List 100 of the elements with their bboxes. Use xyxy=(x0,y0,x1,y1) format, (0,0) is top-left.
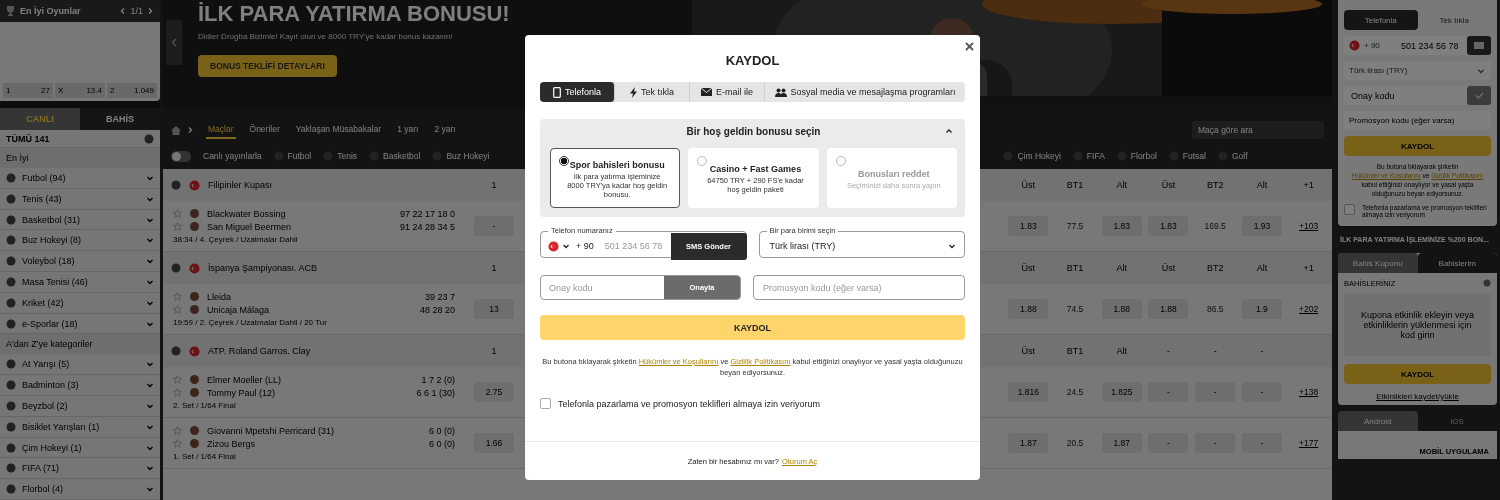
sport-filter[interactable]: Buz Hokeyi xyxy=(446,151,490,161)
team-name[interactable]: Giovanni Mpetshi Perricard (31) xyxy=(207,425,421,436)
sport-item[interactable]: Futbol (94) xyxy=(22,172,140,183)
more-markets-link[interactable]: +138 xyxy=(1285,387,1332,397)
bonus-details-button[interactable]: BONUS TEKLİFİ DETAYLARI xyxy=(198,55,337,77)
odds-button[interactable]: 2 1.049 xyxy=(107,82,157,98)
sport-item[interactable]: Çim Hokeyi (1) xyxy=(22,442,140,453)
sport-item[interactable]: Tenis (43) xyxy=(22,193,140,204)
odds-button[interactable]: - xyxy=(1195,382,1236,402)
odds-button[interactable]: 1.83 xyxy=(1148,216,1189,236)
sport-filter[interactable]: Florbol xyxy=(1130,151,1157,161)
odds-button[interactable]: 1.83 xyxy=(1008,216,1049,236)
more-markets-link[interactable]: +103 xyxy=(1285,221,1332,231)
odds-button[interactable]: 1.9 xyxy=(1241,299,1282,319)
odds-button[interactable]: 1.88 xyxy=(1008,299,1049,319)
odds-button[interactable]: 2.75 xyxy=(474,382,514,402)
register-button[interactable]: KAYDOL xyxy=(1344,364,1491,384)
nav-tab[interactable]: Yaklaşan Müsabakalar xyxy=(293,121,384,139)
league-name[interactable]: İspanya Şampiyonası. ACB xyxy=(208,263,318,273)
team-name[interactable]: Tommy Paul (12) xyxy=(207,387,409,398)
more-markets-link[interactable]: +202 xyxy=(1285,304,1332,314)
nav-tab[interactable]: Öneriler xyxy=(247,121,282,139)
promo-code-field[interactable]: Promosyon kodu (eğer varsa) xyxy=(1344,111,1491,130)
register-tab[interactable]: Tek tıkla xyxy=(1417,10,1491,30)
sport-item[interactable]: Badminton (3) xyxy=(22,380,140,391)
phone-input[interactable]: 501 234 56 78 xyxy=(602,240,668,252)
team-name[interactable]: Blackwater Bossing xyxy=(207,208,392,219)
odds-button[interactable]: - xyxy=(1241,433,1282,453)
star-icon[interactable] xyxy=(173,292,182,301)
sport-item[interactable]: Masa Tenisi (46) xyxy=(22,276,140,287)
star-icon[interactable] xyxy=(173,388,182,397)
sport-filter[interactable]: Futsal xyxy=(1182,151,1206,161)
team-name[interactable]: San Miguel Beermen xyxy=(207,221,392,232)
register-tab[interactable]: Telefonla xyxy=(1344,10,1418,30)
method-tab[interactable]: Sosyal media ve mesajlaşma programları xyxy=(765,82,965,102)
odds-button[interactable]: - xyxy=(474,216,514,236)
phone-field[interactable]: + 90 501 234 56 78 xyxy=(1344,36,1491,55)
odds-button[interactable]: 1.88 xyxy=(1101,299,1142,319)
radio-button[interactable] xyxy=(559,156,569,166)
sport-item[interactable]: Florbol (4) xyxy=(22,484,140,495)
nav-tab[interactable]: 2 yarı xyxy=(432,121,458,139)
checkbox[interactable] xyxy=(540,398,551,409)
promo-code-field[interactable]: Promosyon kodu (eğer varsa) xyxy=(753,275,965,300)
radio-button[interactable] xyxy=(835,156,846,166)
register-button[interactable]: KAYDOL xyxy=(1344,136,1491,156)
slip-tab[interactable]: Bahislerim xyxy=(1417,253,1497,273)
league-name[interactable]: Filipinler Kupası xyxy=(208,180,273,190)
odds-button[interactable]: - xyxy=(1195,433,1236,453)
odds-button[interactable]: X 13.4 xyxy=(55,82,105,98)
nav-tab[interactable]: Maçlar xyxy=(206,121,236,139)
home-icon[interactable] xyxy=(171,125,181,135)
sport-item[interactable]: Buz Hokeyi (8) xyxy=(22,235,140,246)
sport-filter[interactable]: Golf xyxy=(1231,151,1248,161)
phone-input[interactable]: 501 234 56 78 xyxy=(1399,39,1463,52)
toggle-switch[interactable] xyxy=(171,150,191,162)
star-icon[interactable] xyxy=(173,305,182,314)
odds-button[interactable]: - xyxy=(1148,433,1189,453)
odds-button[interactable]: - xyxy=(1148,382,1189,402)
sport-item[interactable]: FIFA (71) xyxy=(22,463,140,474)
method-tab[interactable]: Telefonla xyxy=(540,82,616,102)
odds-button[interactable]: 1.825 xyxy=(1101,382,1142,402)
nav-tab[interactable]: 1 yarı xyxy=(395,121,421,139)
register-button[interactable]: KAYDOL xyxy=(540,315,965,340)
sport-item[interactable]: Beyzbol (2) xyxy=(22,400,140,411)
sport-item[interactable]: e-Sporlar (18) xyxy=(22,318,140,329)
odds-button[interactable]: 1.66 xyxy=(474,433,514,453)
sport-item[interactable]: Kriket (42) xyxy=(22,297,140,308)
app-tab[interactable]: Android xyxy=(1338,411,1418,431)
currency-select[interactable]: Türk lirası (TRY) xyxy=(1344,61,1491,80)
method-tab[interactable]: Tek tıkla xyxy=(615,82,691,102)
league-name[interactable]: ATP. Roland Garros. Clay xyxy=(208,346,311,356)
sport-filter[interactable]: Futbol xyxy=(287,151,312,161)
save-load-link[interactable]: Etkinlikleri kaydet/yükle xyxy=(1338,388,1497,405)
star-icon[interactable] xyxy=(173,222,182,231)
odds-button[interactable]: 1.87 xyxy=(1101,433,1142,453)
odds-button[interactable]: 13 xyxy=(474,299,514,319)
odds-button[interactable]: 1.83 xyxy=(1101,216,1142,236)
chevron-left-icon[interactable] xyxy=(166,20,182,65)
odds-button[interactable]: - xyxy=(1241,382,1282,402)
odds-button[interactable]: 1.93 xyxy=(1241,216,1282,236)
star-icon[interactable] xyxy=(173,439,182,448)
code-field[interactable]: Onay kodu xyxy=(1344,86,1491,105)
star-icon[interactable] xyxy=(173,426,182,435)
radio-button[interactable] xyxy=(697,156,708,166)
gear-icon[interactable] xyxy=(1483,279,1491,287)
odds-button[interactable]: 1.816 xyxy=(1008,382,1049,402)
sport-filter[interactable]: FIFA xyxy=(1086,151,1105,161)
method-tab[interactable]: E-mail ile xyxy=(690,82,766,102)
star-icon[interactable] xyxy=(173,209,182,218)
sport-item[interactable]: Basketbol (31) xyxy=(22,214,140,225)
search-field[interactable]: Maça göre ara xyxy=(1192,121,1324,139)
odds-button[interactable]: 1 27 xyxy=(3,82,53,98)
sport-filter[interactable]: Basketbol xyxy=(383,151,421,161)
sport-filter[interactable]: Çim Hokeyi xyxy=(1017,151,1061,161)
sport-item[interactable]: Voleybol (18) xyxy=(22,256,140,267)
team-name[interactable]: Zizou Bergs xyxy=(207,438,421,449)
team-name[interactable]: Unicaja Málaga xyxy=(207,304,412,315)
sport-item[interactable]: At Yarışı (5) xyxy=(22,359,140,370)
odds-button[interactable]: 1.87 xyxy=(1008,433,1049,453)
team-name[interactable]: Elmer Moeller (LL) xyxy=(207,374,414,385)
